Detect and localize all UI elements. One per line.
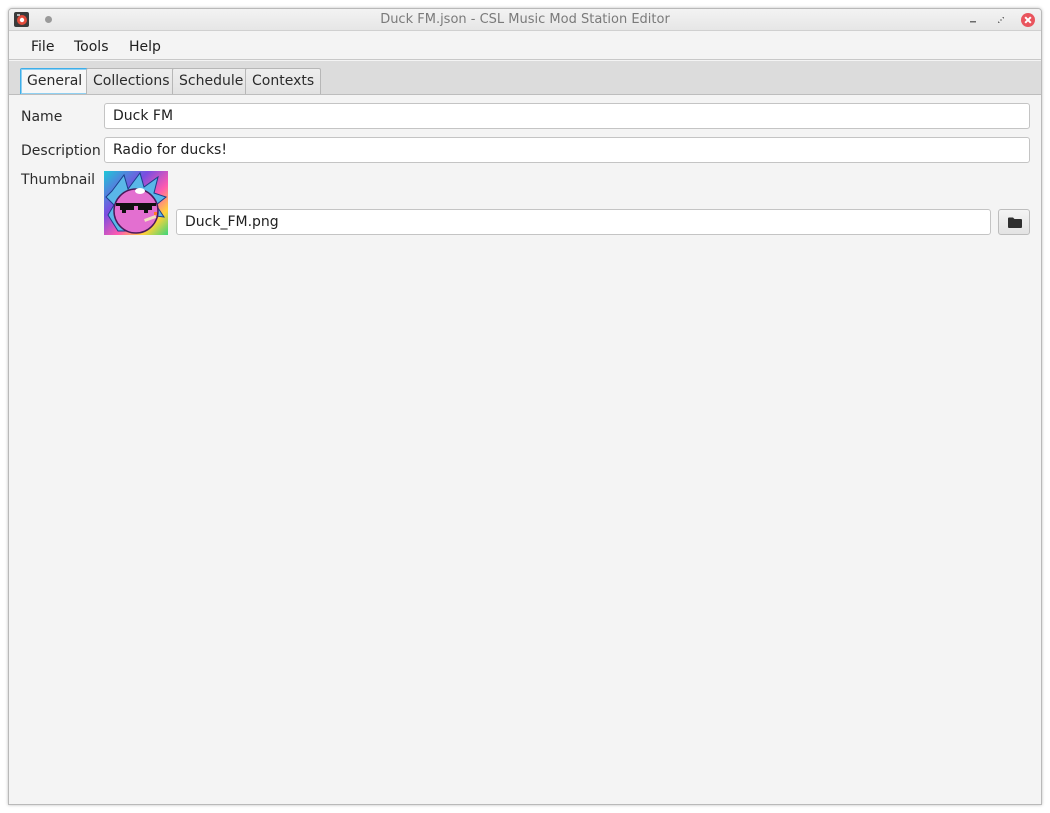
menu-file[interactable]: File — [31, 39, 54, 55]
tab-collections[interactable]: Collections — [86, 68, 177, 94]
app-window: Duck FM.json - CSL Music Mod Station Edi… — [8, 8, 1042, 805]
menu-help[interactable]: Help — [129, 39, 161, 55]
tab-bar: General Collections Schedule Contexts — [9, 61, 1041, 95]
thumbnail-label: Thumbnail — [21, 172, 96, 188]
maximize-button[interactable] — [994, 13, 1008, 27]
name-label: Name — [21, 109, 63, 125]
folder-icon — [1008, 217, 1022, 228]
minimize-icon — [970, 21, 976, 23]
description-input[interactable] — [104, 137, 1030, 163]
tab-general[interactable]: General — [20, 68, 90, 94]
tab-contexts[interactable]: Contexts — [245, 68, 322, 94]
title-bar[interactable]: Duck FM.json - CSL Music Mod Station Edi… — [9, 9, 1041, 31]
thumbnail-image — [104, 171, 168, 235]
close-button[interactable] — [1021, 13, 1035, 27]
general-panel: Name Description Thumbnail — [9, 96, 1041, 804]
window-title: Duck FM.json - CSL Music Mod Station Edi… — [380, 12, 670, 27]
name-input[interactable] — [104, 103, 1030, 129]
maximize-icon — [998, 17, 1004, 23]
close-icon — [1021, 13, 1035, 27]
menu-tools[interactable]: Tools — [74, 39, 109, 55]
thumbnail-file-input[interactable] — [176, 209, 991, 235]
tab-schedule[interactable]: Schedule — [172, 68, 251, 94]
minimize-button[interactable] — [966, 13, 980, 27]
menu-bar: File Tools Help — [9, 32, 1041, 60]
description-label: Description — [21, 143, 101, 159]
browse-thumbnail-button[interactable] — [998, 209, 1030, 235]
